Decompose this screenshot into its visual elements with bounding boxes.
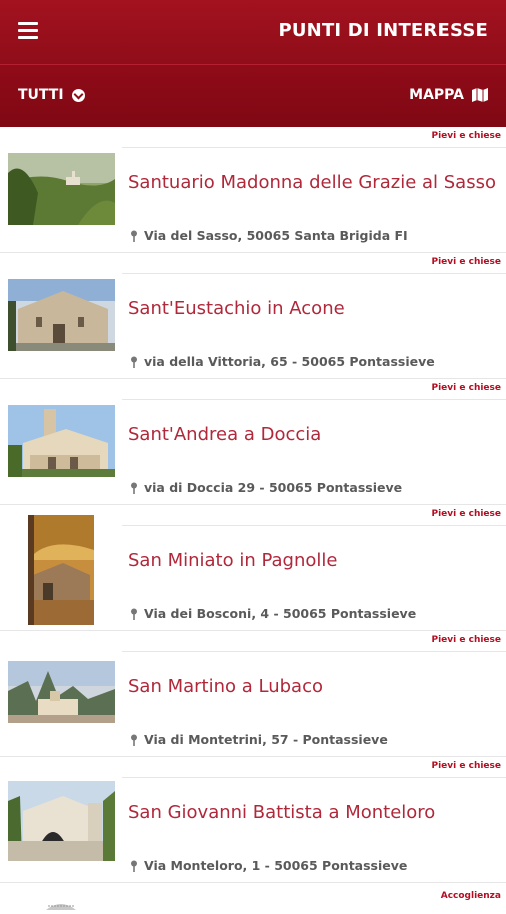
map-icon <box>472 88 488 102</box>
poi-address: Via dei Bosconi, 4 - 50065 Pontassieve <box>130 606 416 621</box>
poi-address: Via del Sasso, 50065 Santa Brigida FI <box>130 228 408 243</box>
poi-address: Via di Montetrini, 57 - Pontassieve <box>130 732 388 747</box>
list-item[interactable]: Pievi e chiese San Martino a Lubaco Via … <box>0 631 506 757</box>
poi-name: San Martino a Lubaco <box>128 676 323 697</box>
category-label: Pievi e chiese <box>431 761 502 771</box>
poi-name: Sant'Eustachio in Acone <box>128 298 345 319</box>
location-pin-icon <box>131 230 137 242</box>
poi-address: Via Monteloro, 1 - 50065 Pontassieve <box>130 858 407 873</box>
chevron-down-circle-icon <box>71 88 85 102</box>
filter-dropdown[interactable]: TUTTI <box>18 87 85 103</box>
filter-label: TUTTI <box>18 87 64 103</box>
list-item[interactable]: Pievi e chiese Sant'Andrea a Doccia via … <box>0 379 506 505</box>
hamburger-menu-icon[interactable] <box>18 22 38 40</box>
location-pin-icon <box>131 608 137 620</box>
poi-name: San Giovanni Battista a Monteloro <box>128 802 436 823</box>
category-label: Pievi e chiese <box>431 383 502 393</box>
poi-name: Sant'Andrea a Doccia <box>128 424 322 445</box>
poi-address: via di Doccia 29 - 50065 Pontassieve <box>130 480 402 495</box>
location-pin-icon <box>131 734 137 746</box>
poi-name: San Miniato in Pagnolle <box>128 550 338 571</box>
poi-list: Pievi e chiese Santuario Madonna delle G… <box>0 127 506 913</box>
list-item[interactable]: Accoglienza <box>0 883 506 913</box>
poi-thumbnail <box>44 895 78 910</box>
category-label: Pievi e chiese <box>431 509 502 519</box>
poi-thumbnail <box>8 405 115 477</box>
list-item[interactable]: Pievi e chiese San Giovanni Battista a M… <box>0 757 506 883</box>
poi-thumbnail <box>8 661 115 723</box>
filter-bar: TUTTI MAPPA <box>0 64 506 127</box>
location-pin-icon <box>131 482 137 494</box>
app-header: PUNTI DI INTERESSE <box>0 0 506 64</box>
location-pin-icon <box>131 356 137 368</box>
poi-address: via della Vittoria, 65 - 50065 Pontassie… <box>130 354 435 369</box>
map-label: MAPPA <box>409 87 464 103</box>
poi-thumbnail <box>8 279 115 351</box>
category-label: Pievi e chiese <box>431 131 502 141</box>
poi-thumbnail <box>28 515 94 625</box>
category-label: Pievi e chiese <box>431 257 502 267</box>
poi-thumbnail <box>8 153 115 225</box>
list-item[interactable]: Pievi e chiese San Miniato in Pagnolle V… <box>0 505 506 631</box>
poi-thumbnail <box>8 781 115 861</box>
list-item[interactable]: Pievi e chiese Sant'Eustachio in Acone v… <box>0 253 506 379</box>
poi-name: Santuario Madonna delle Grazie al Sasso <box>128 172 496 193</box>
location-pin-icon <box>131 860 137 872</box>
category-label: Pievi e chiese <box>431 635 502 645</box>
page-title: PUNTI DI INTERESSE <box>278 20 488 41</box>
list-item[interactable]: Pievi e chiese Santuario Madonna delle G… <box>0 127 506 253</box>
map-button[interactable]: MAPPA <box>409 87 488 103</box>
